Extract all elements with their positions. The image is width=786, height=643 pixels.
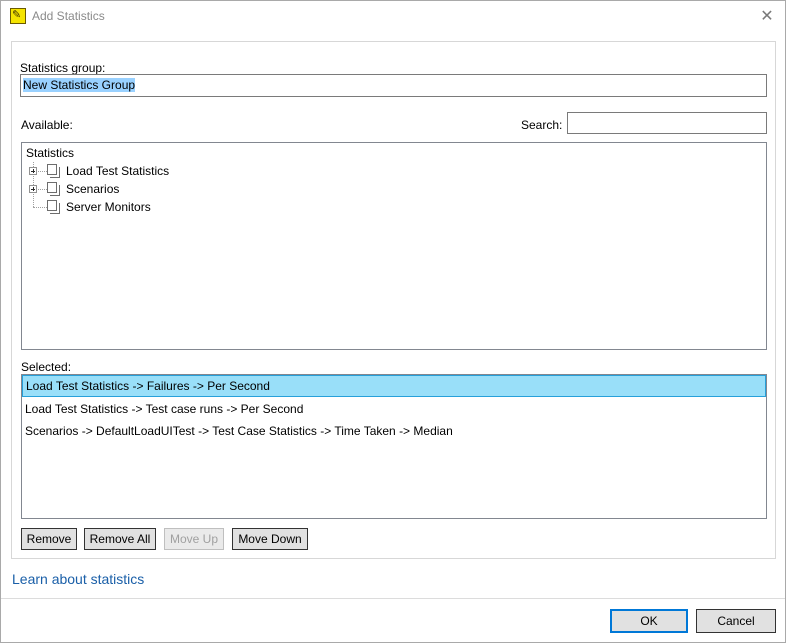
add-statistics-dialog: ✎ Add Statistics ✕ Statistics group: New… bbox=[0, 0, 786, 643]
list-item[interactable]: Load Test Statistics -> Test case runs -… bbox=[22, 398, 766, 420]
cancel-button[interactable]: Cancel bbox=[696, 609, 776, 633]
expand-icon[interactable] bbox=[29, 185, 37, 193]
search-label: Search: bbox=[521, 118, 563, 132]
selected-statistics-list[interactable]: Load Test Statistics -> Failures -> Per … bbox=[21, 374, 767, 519]
tree-item-server-monitors[interactable]: Server Monitors bbox=[66, 198, 151, 216]
statistics-group-input[interactable]: New Statistics Group bbox=[20, 74, 767, 97]
app-icon-glyph: ✎ bbox=[12, 8, 22, 21]
node-icon bbox=[47, 182, 60, 196]
selected-label: Selected: bbox=[21, 360, 72, 374]
statistics-group-label: Statistics group: bbox=[20, 61, 106, 75]
list-item[interactable]: Load Test Statistics -> Failures -> Per … bbox=[22, 375, 766, 397]
window-title: Add Statistics bbox=[32, 9, 105, 23]
node-icon bbox=[47, 200, 60, 214]
tree-item-scenarios[interactable]: Scenarios bbox=[66, 180, 119, 198]
remove-button[interactable]: Remove bbox=[21, 528, 77, 550]
app-icon: ✎ bbox=[10, 8, 26, 24]
statistics-group-value: New Statistics Group bbox=[23, 78, 136, 92]
move-up-button[interactable]: Move Up bbox=[164, 528, 224, 550]
footer-divider bbox=[1, 598, 785, 599]
expand-icon[interactable] bbox=[29, 167, 37, 175]
tree-connector bbox=[33, 207, 47, 208]
tree-item-load-test-statistics[interactable]: Load Test Statistics bbox=[66, 162, 169, 180]
ok-button[interactable]: OK bbox=[610, 609, 688, 633]
tree-root-statistics[interactable]: Statistics bbox=[26, 144, 74, 162]
close-icon[interactable]: ✕ bbox=[755, 5, 779, 27]
available-label: Available: bbox=[21, 118, 73, 132]
available-statistics-tree[interactable]: Statistics Load Test Statistics Scenario… bbox=[21, 142, 767, 350]
title-bar: ✎ Add Statistics ✕ bbox=[1, 1, 785, 32]
list-item[interactable]: Scenarios -> DefaultLoadUITest -> Test C… bbox=[22, 420, 766, 442]
node-icon bbox=[47, 164, 60, 178]
search-input[interactable] bbox=[567, 112, 767, 134]
remove-all-button[interactable]: Remove All bbox=[84, 528, 156, 550]
tree-connector bbox=[38, 189, 47, 190]
move-down-button[interactable]: Move Down bbox=[232, 528, 308, 550]
learn-about-statistics-link[interactable]: Learn about statistics bbox=[12, 571, 144, 587]
tree-connector bbox=[38, 171, 47, 172]
